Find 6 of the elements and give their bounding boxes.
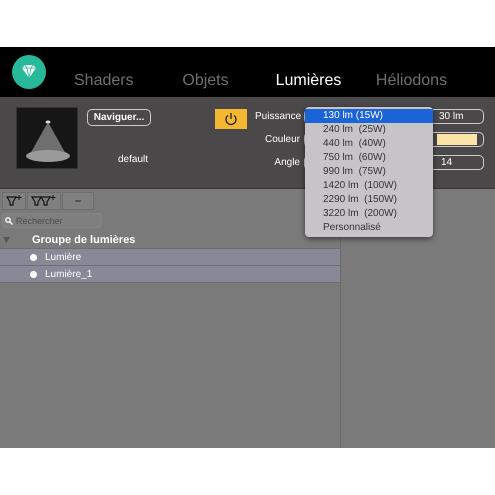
- property-label: Couleur: [264, 134, 300, 145]
- light-name: default: [118, 154, 148, 165]
- property-label: Angle: [273, 157, 300, 168]
- light-label: Lumière_1: [45, 268, 92, 280]
- light-label: Lumière: [45, 252, 82, 262]
- property-label: Puissance: [255, 111, 300, 122]
